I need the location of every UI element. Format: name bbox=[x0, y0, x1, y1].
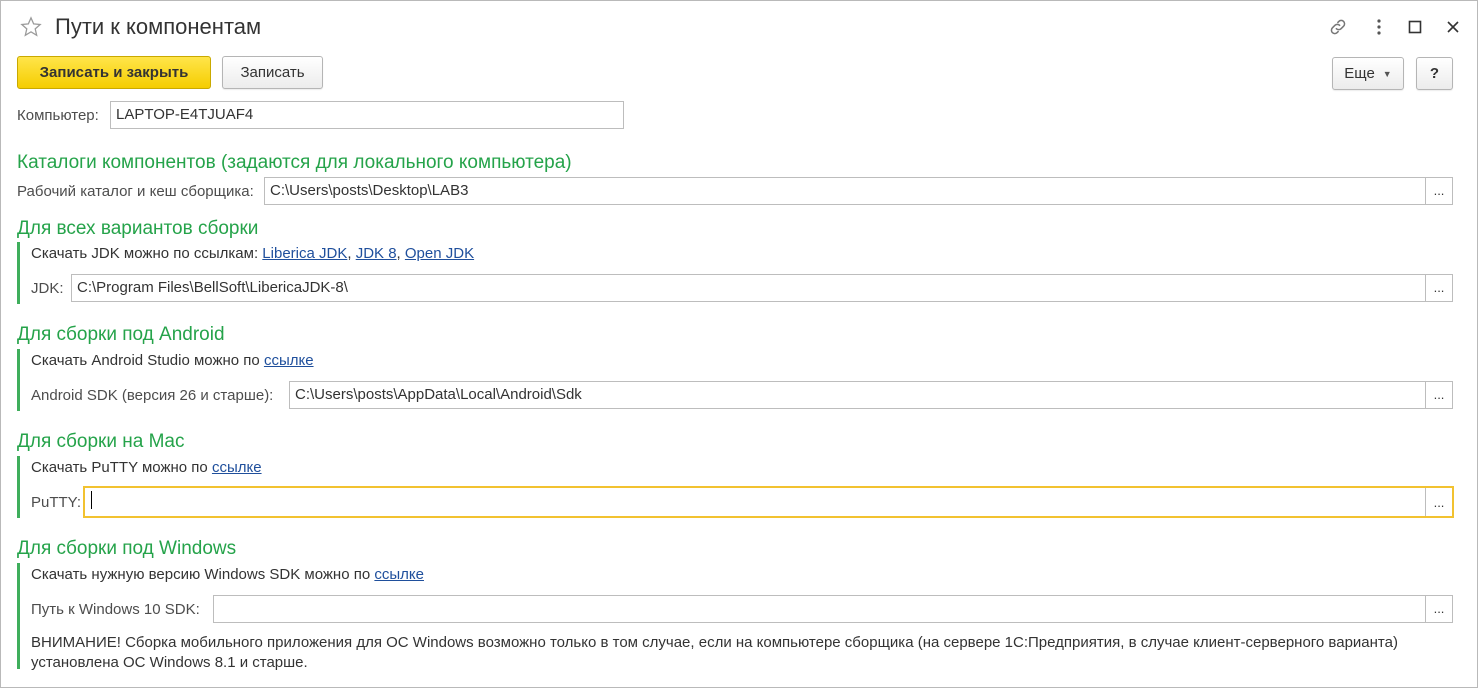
workdir-field[interactable]: C:\Users\posts\Desktop\LAB3 ... bbox=[264, 177, 1453, 205]
jdk-value: C:\Program Files\BellSoft\LibericaJDK-8\ bbox=[77, 279, 348, 296]
section-bar bbox=[17, 563, 20, 669]
jdk-field[interactable]: C:\Program Files\BellSoft\LibericaJDK-8\… bbox=[71, 274, 1453, 302]
windows-sdk-field[interactable]: ... bbox=[213, 595, 1453, 623]
putty-field[interactable]: ... bbox=[83, 486, 1454, 518]
putty-link[interactable]: ссылке bbox=[212, 459, 262, 476]
windows-sdk-select-button[interactable]: ... bbox=[1425, 596, 1452, 622]
windows-sdk-label: Путь к Windows 10 SDK: bbox=[31, 601, 200, 618]
jdk-download-prefix: Скачать JDK можно по ссылкам: bbox=[31, 245, 259, 262]
windows-sdk-download-prefix: Скачать нужную версию Windows SDK можно … bbox=[31, 566, 371, 583]
workdir-value: C:\Users\posts\Desktop\LAB3 bbox=[270, 182, 469, 199]
workdir-select-button[interactable]: ... bbox=[1425, 178, 1452, 204]
putty-download-prefix: Скачать PuTTY можно по bbox=[31, 459, 208, 476]
help-button[interactable]: ? bbox=[1416, 57, 1453, 90]
jdk-label: JDK: bbox=[31, 280, 64, 297]
putty-download-text: Скачать PuTTY можно по ссылке bbox=[31, 459, 262, 476]
android-sdk-select-button[interactable]: ... bbox=[1425, 382, 1452, 408]
windows-warning-text: ВНИМАНИЕ! Сборка мобильного приложения д… bbox=[31, 634, 1398, 671]
windows-sdk-download-text: Скачать нужную версию Windows SDK можно … bbox=[31, 566, 424, 583]
page-title: Пути к компонентам bbox=[55, 14, 262, 39]
catalogs-heading: Каталоги компонентов (задаются для локал… bbox=[17, 152, 572, 173]
save-and-close-button[interactable]: Записать и закрыть bbox=[17, 56, 211, 89]
all-variants-heading: Для всех вариантов сборки bbox=[17, 218, 259, 239]
form-window: Пути к компонентам Записать и закрыть За… bbox=[0, 0, 1478, 688]
android-download-prefix: Скачать Android Studio можно по bbox=[31, 352, 260, 369]
windows-heading: Для сборки под Windows bbox=[17, 538, 237, 559]
section-bar bbox=[17, 349, 20, 411]
more-vertical-icon[interactable] bbox=[1367, 15, 1391, 39]
android-sdk-field[interactable]: C:\Users\posts\AppData\Local\Android\Sdk… bbox=[289, 381, 1453, 409]
mac-heading: Для сборки на Mac bbox=[17, 431, 185, 452]
save-button[interactable]: Записать bbox=[222, 56, 323, 89]
open-jdk-link[interactable]: Open JDK bbox=[405, 245, 474, 262]
star-icon[interactable] bbox=[20, 16, 42, 38]
maximize-icon[interactable] bbox=[1403, 15, 1427, 39]
android-studio-link[interactable]: ссылке bbox=[264, 352, 314, 369]
text-cursor bbox=[91, 491, 92, 510]
windows-sdk-link[interactable]: ссылке bbox=[374, 566, 424, 583]
computer-field[interactable]: LAPTOP-E4TJUAF4 bbox=[110, 101, 624, 129]
putty-label: PuTTY: bbox=[31, 494, 82, 511]
section-bar bbox=[17, 456, 20, 518]
android-sdk-label: Android SDK (версия 26 и старше): bbox=[31, 387, 274, 404]
jdk-download-text: Скачать JDK можно по ссылкам: Liberica J… bbox=[31, 245, 475, 262]
jdk8-link[interactable]: JDK 8 bbox=[356, 245, 397, 262]
workdir-label: Рабочий каталог и кеш сборщика: bbox=[17, 183, 254, 200]
section-bar bbox=[17, 242, 20, 304]
close-icon[interactable] bbox=[1441, 15, 1465, 39]
android-download-text: Скачать Android Studio можно по ссылке bbox=[31, 352, 314, 369]
android-heading: Для сборки под Android bbox=[17, 324, 225, 345]
android-sdk-value: C:\Users\posts\AppData\Local\Android\Sdk bbox=[295, 386, 582, 403]
chevron-down-icon: ▼ bbox=[1382, 68, 1392, 79]
link-icon[interactable] bbox=[1326, 15, 1350, 39]
computer-label: Компьютер: bbox=[17, 107, 99, 124]
putty-select-button[interactable]: ... bbox=[1425, 488, 1452, 516]
jdk-select-button[interactable]: ... bbox=[1425, 275, 1452, 301]
liberica-jdk-link[interactable]: Liberica JDK bbox=[262, 245, 347, 262]
more-button-label: Еще bbox=[1344, 65, 1375, 82]
more-button[interactable]: Еще ▼ bbox=[1332, 57, 1404, 90]
